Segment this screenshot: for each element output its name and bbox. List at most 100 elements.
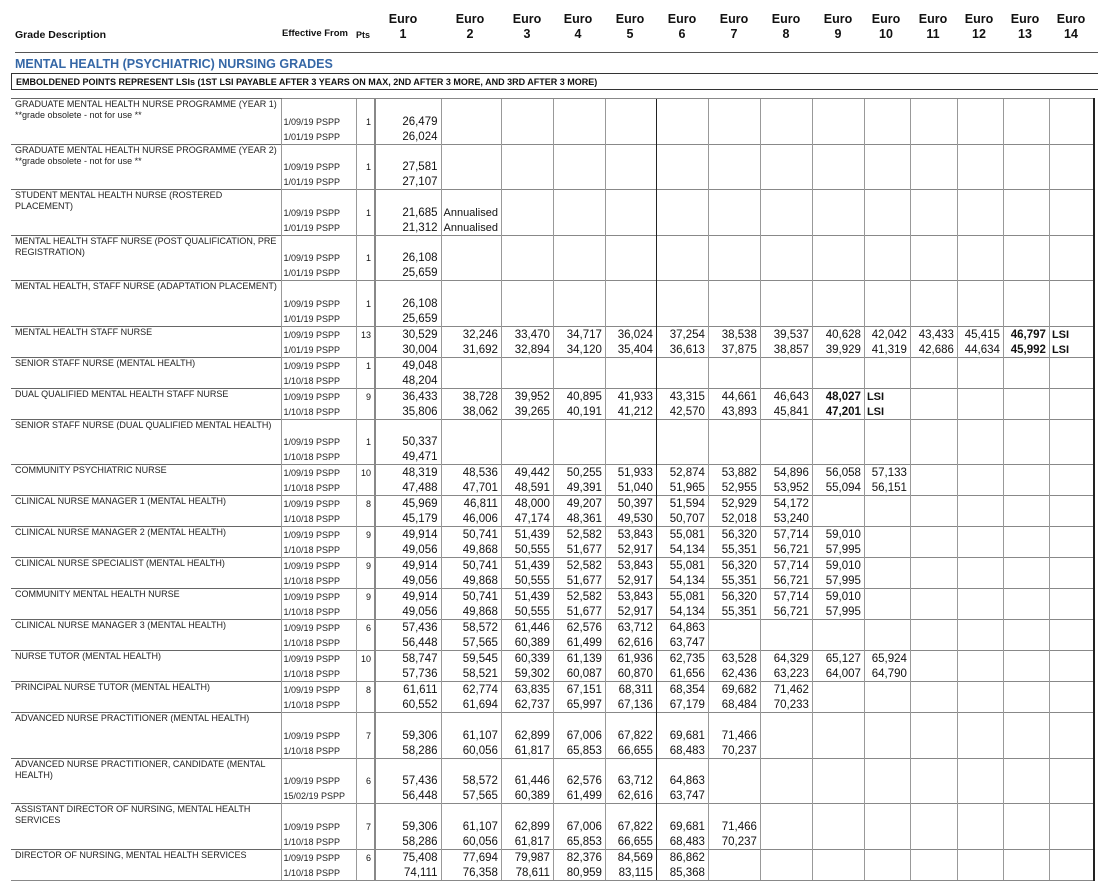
salary-value: 39,929	[811, 341, 865, 357]
salary-value: 56,320	[707, 588, 761, 604]
salary-value	[552, 189, 606, 220]
salary-value	[909, 635, 958, 651]
salary-value	[956, 403, 1004, 419]
salary-value: 25,659	[374, 265, 441, 281]
salary-value	[655, 189, 709, 220]
salary-value	[707, 619, 761, 635]
salary-value	[956, 265, 1004, 281]
grade-description-blank	[11, 373, 281, 389]
salary-value	[604, 143, 657, 174]
table-row: GRADUATE MENTAL HEALTH NURSE PROGRAMME (…	[11, 98, 1096, 129]
salary-value	[440, 98, 502, 129]
salary-value	[909, 619, 958, 635]
salary-value: 64,863	[655, 757, 709, 788]
salary-value: 37,254	[655, 325, 709, 342]
salary-value: 56,448	[374, 635, 441, 651]
salary-value: 68,483	[655, 833, 709, 849]
salary-value	[956, 372, 1004, 388]
salary-value: 62,616	[604, 788, 657, 804]
grade-description-blank	[11, 604, 281, 620]
salary-value	[863, 280, 911, 311]
effective-from: 1/01/19 PSPP	[280, 310, 356, 326]
points-count: 13	[355, 325, 375, 342]
salary-value: 61,107	[440, 803, 502, 834]
salary-value	[655, 280, 709, 311]
table-row: 1/10/18 PSPP 48,204	[11, 372, 1096, 389]
section-title: MENTAL HEALTH (PSYCHIATRIC) NURSING GRAD…	[15, 57, 333, 71]
salary-value	[909, 712, 958, 743]
salary-value	[1048, 803, 1096, 834]
points-count: 6	[355, 848, 375, 865]
salary-value	[1048, 542, 1096, 558]
salary-value	[811, 833, 865, 849]
salary-value	[811, 98, 865, 129]
salary-value: 21,685	[374, 189, 441, 220]
salary-value: 51,677	[552, 573, 606, 589]
euro-label: Euro	[1010, 12, 1040, 26]
salary-value	[1002, 174, 1050, 190]
salary-value: 49,530	[604, 511, 657, 527]
salary-value	[604, 265, 657, 281]
salary-value: 45,992	[1002, 341, 1050, 357]
salary-value	[500, 418, 554, 449]
salary-value: 54,896	[759, 464, 813, 480]
salary-value	[811, 619, 865, 635]
points-count	[355, 219, 375, 235]
salary-value	[1002, 803, 1050, 834]
salary-value	[1048, 234, 1096, 265]
salary-value	[1002, 526, 1050, 542]
salary-value	[1002, 681, 1050, 697]
salary-value: 62,576	[552, 757, 606, 788]
salary-value	[863, 128, 911, 144]
points-count	[355, 341, 375, 357]
effective-from: 1/01/19 PSPP	[280, 174, 356, 190]
table-row: 1/10/18 PSPP 49,471	[11, 449, 1096, 465]
table-row: MENTAL HEALTH, STAFF NURSE (ADAPTATION P…	[11, 280, 1096, 311]
salary-value	[811, 189, 865, 220]
euro-point-number: 14	[1064, 27, 1078, 41]
effective-from: 1/10/18 PSPP	[280, 697, 356, 713]
salary-value	[956, 98, 1004, 129]
salary-value: 30,529	[374, 325, 441, 342]
points-count	[355, 265, 375, 281]
table-row: 1/01/19 PSPP 25,659	[11, 310, 1096, 326]
table-row: 1/10/18 PSPP 60,552 61,694 62,737 65,997 67,1…	[11, 697, 1096, 713]
salary-value	[604, 310, 657, 326]
salary-value: 39,265	[500, 403, 554, 419]
salary-value: 52,955	[707, 480, 761, 496]
table-row: 1/01/19 PSPP 30,004 31,692 32,894 34,120 35,4…	[11, 341, 1096, 357]
table-row: GRADUATE MENTAL HEALTH NURSE PROGRAMME (…	[11, 143, 1096, 174]
salary-value	[909, 265, 958, 281]
salary-value	[863, 864, 911, 881]
points-count	[355, 833, 375, 849]
salary-value: 55,351	[707, 573, 761, 589]
salary-value	[956, 495, 1004, 511]
salary-value	[811, 635, 865, 651]
salary-value	[811, 864, 865, 881]
effective-from: 1/10/18 PSPP	[280, 403, 356, 419]
salary-value: 61,817	[500, 833, 554, 849]
grade-description-blank	[11, 864, 281, 881]
salary-value: 56,448	[374, 788, 441, 804]
points-count: 9	[355, 526, 375, 542]
table-row: NURSE TUTOR (MENTAL HEALTH) 1/09/19 PSPP 1…	[11, 650, 1096, 666]
salary-value: 71,466	[707, 803, 761, 834]
salary-value	[655, 356, 709, 373]
salary-value	[1048, 635, 1096, 651]
table-row: CLINICAL NURSE MANAGER 3 (MENTAL HEALTH)…	[11, 619, 1096, 635]
salary-value	[759, 174, 813, 190]
salary-value: 45,179	[374, 511, 441, 527]
lsi-label: LSI	[863, 403, 911, 419]
salary-value: 63,747	[655, 788, 709, 804]
salary-value	[707, 280, 761, 311]
salary-value	[909, 280, 958, 311]
salary-value: 50,555	[500, 573, 554, 589]
salary-value	[552, 356, 606, 373]
salary-value	[604, 219, 657, 235]
salary-value	[707, 143, 761, 174]
salary-value	[811, 712, 865, 743]
salary-value: 67,822	[604, 803, 657, 834]
grade-description: MENTAL HEALTH STAFF NURSE (POST QUALIFIC…	[11, 234, 281, 265]
grade-description-blank	[11, 220, 281, 236]
salary-value: 61,107	[440, 712, 502, 743]
